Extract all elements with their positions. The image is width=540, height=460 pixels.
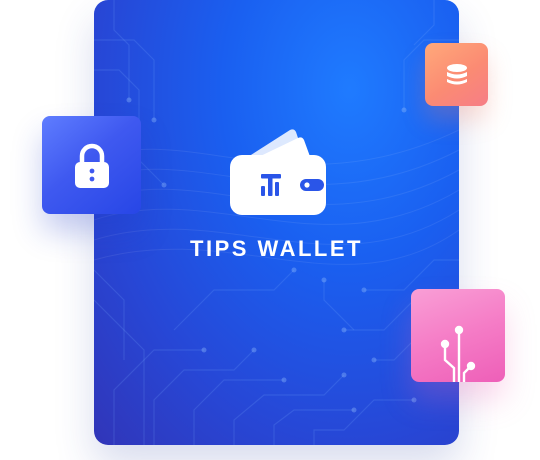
database-tile	[425, 43, 488, 106]
hero-card: TIPS WALLET	[94, 0, 459, 445]
database-icon	[447, 64, 467, 85]
wallet-icon	[230, 129, 326, 215]
circuit-tile	[411, 289, 505, 382]
circuit-icon	[440, 325, 476, 382]
circuit-background	[94, 0, 459, 445]
brand-title: TIPS WALLET	[190, 236, 363, 261]
lock-tile	[42, 116, 141, 214]
lock-icon	[75, 143, 109, 188]
